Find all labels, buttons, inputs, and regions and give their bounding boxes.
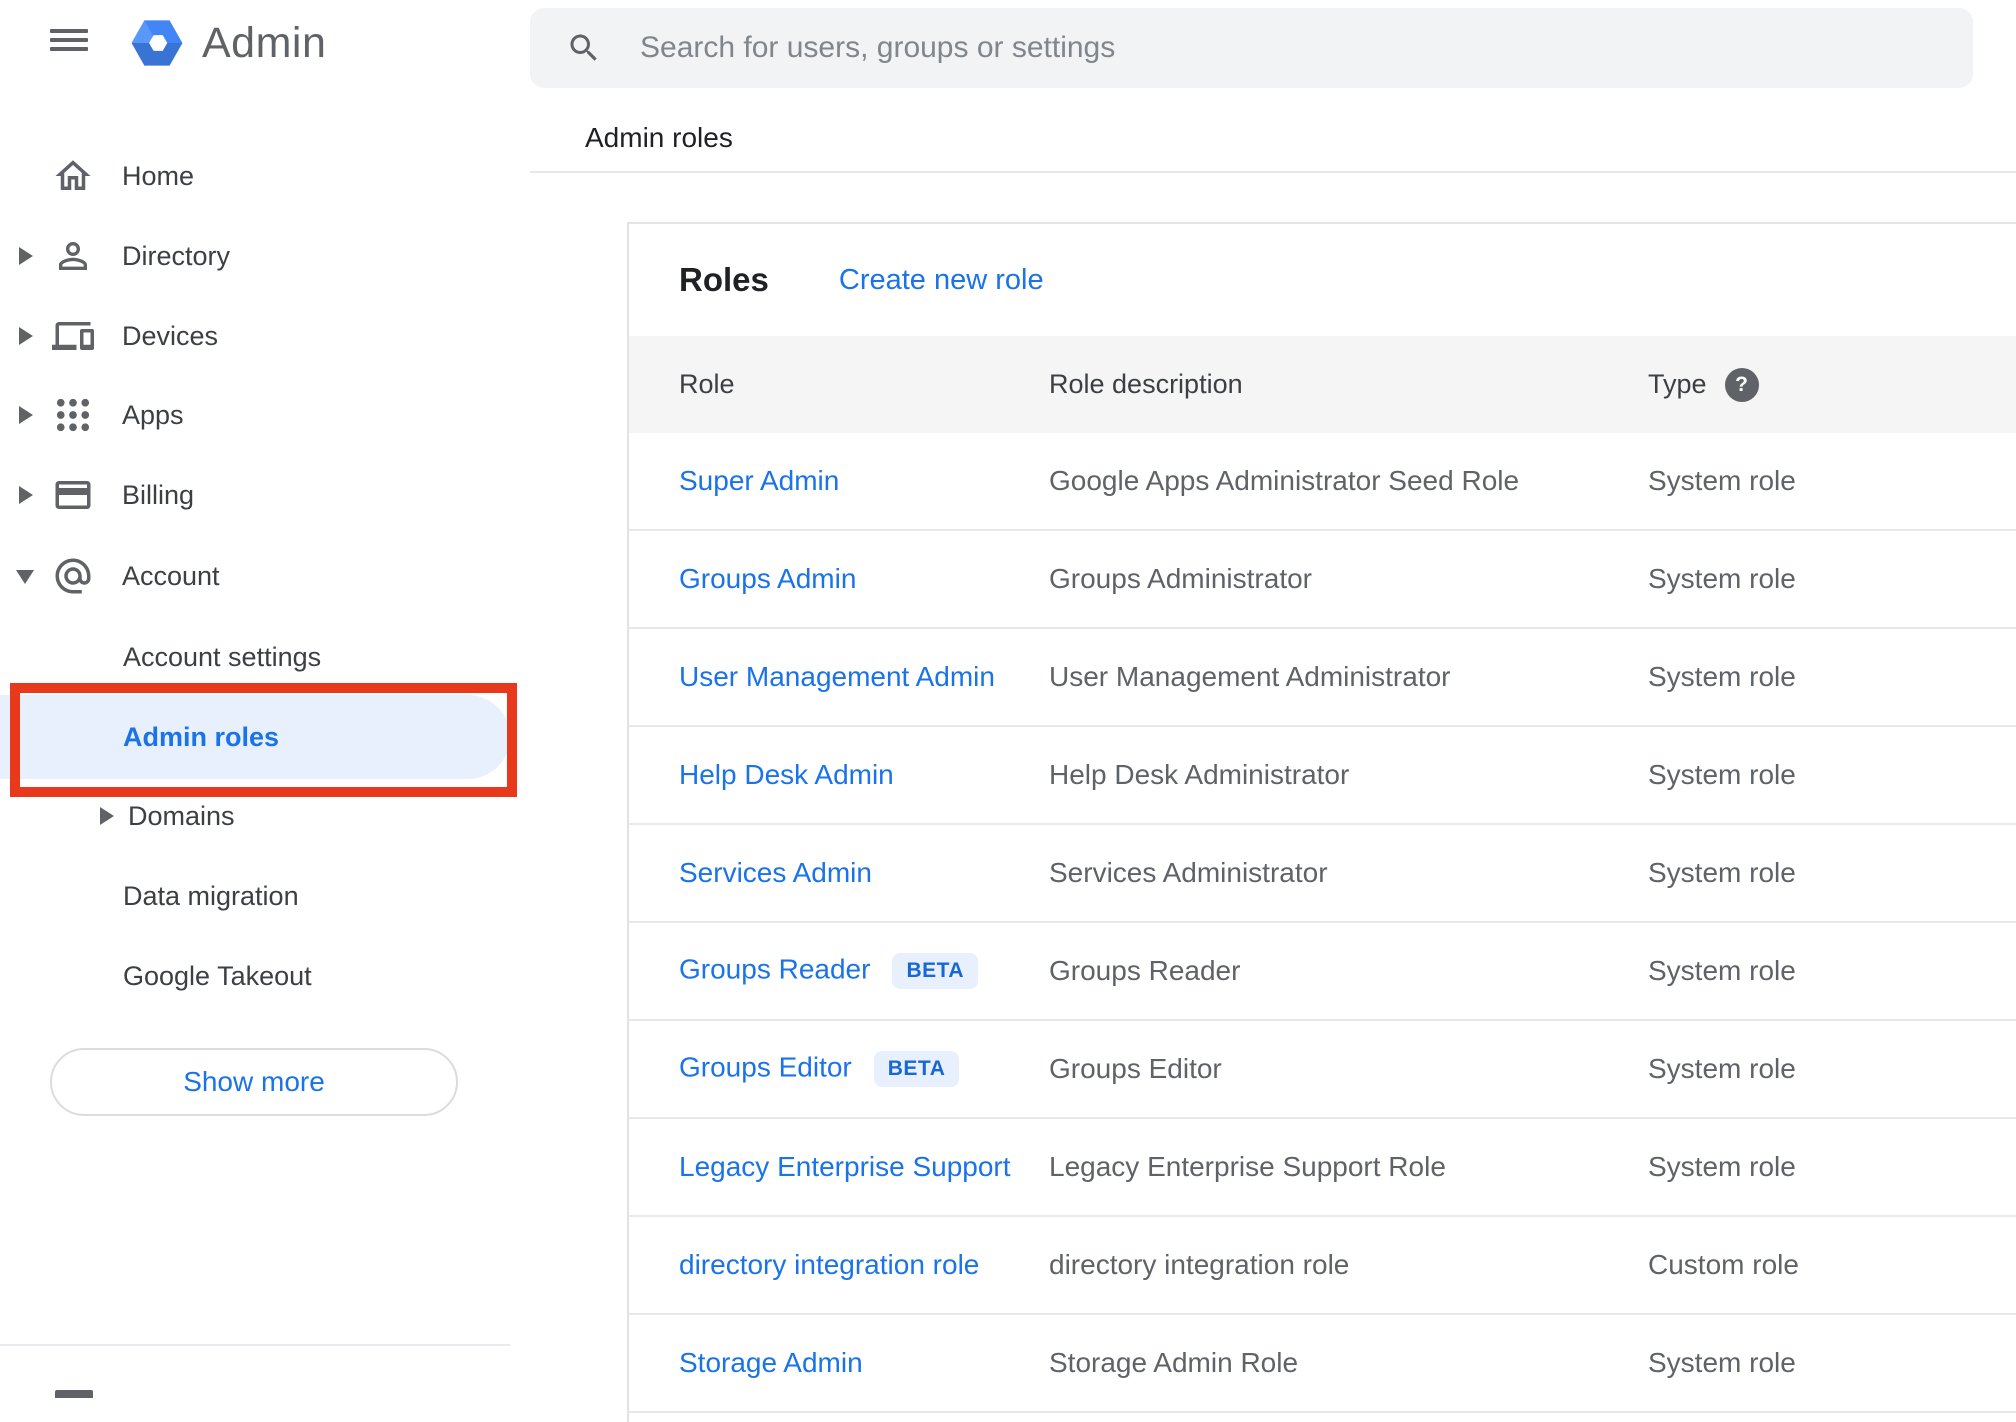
role-link[interactable]: Help Desk Admin xyxy=(679,759,894,790)
sidebar-divider xyxy=(0,1344,510,1346)
table-row: directory integration role directory int… xyxy=(629,1217,2016,1315)
card-title-row: Roles Create new role xyxy=(629,224,2016,336)
sidebar-item-label: Directory xyxy=(122,241,231,271)
person-icon xyxy=(52,235,94,277)
expand-caret-icon[interactable] xyxy=(19,247,33,265)
sidebar-item-admin-roles[interactable]: Admin roles xyxy=(0,695,510,779)
role-type: System role xyxy=(1648,563,1796,594)
role-type: System role xyxy=(1648,759,1796,790)
sidebar-item-label: Apps xyxy=(122,400,184,430)
sidebar-item-label: Google Takeout xyxy=(123,961,312,991)
sidebar-item-apps[interactable]: Apps xyxy=(0,375,500,455)
role-description: User Management Administrator xyxy=(1049,661,1451,692)
sidebar-item-data-migration[interactable]: Data migration xyxy=(0,856,500,936)
expand-caret-icon[interactable] xyxy=(19,327,33,345)
role-link[interactable]: Groups Admin xyxy=(679,563,856,594)
search-icon xyxy=(570,34,597,61)
role-description: Storage Admin Role xyxy=(1049,1347,1299,1378)
partial-icon xyxy=(55,1390,93,1398)
search-input[interactable] xyxy=(640,8,1940,88)
table-row: Storage Admin Storage Admin Role System … xyxy=(629,1315,2016,1413)
role-type: System role xyxy=(1648,857,1796,888)
search-bar xyxy=(530,8,1973,88)
sidebar-item-label: Home xyxy=(122,161,195,191)
role-link[interactable]: Super Admin xyxy=(679,465,839,496)
breadcrumb: Admin roles xyxy=(585,122,733,153)
role-type: System role xyxy=(1648,1151,1796,1182)
sidebar-item-directory[interactable]: Directory xyxy=(0,216,500,296)
sidebar-item-devices[interactable]: Devices xyxy=(0,296,500,376)
sidebar-item-label: Data migration xyxy=(123,881,299,911)
role-link[interactable]: User Management Admin xyxy=(679,661,995,692)
role-description: Services Administrator xyxy=(1049,857,1328,888)
role-description: Google Apps Administrator Seed Role xyxy=(1049,465,1520,496)
role-type: System role xyxy=(1648,465,1796,496)
column-header-type-label: Type xyxy=(1648,369,1707,399)
help-icon[interactable]: ? xyxy=(1724,367,1759,402)
beta-badge: BETA xyxy=(892,953,979,989)
role-type: System role xyxy=(1648,1347,1796,1378)
role-description: directory integration role xyxy=(1049,1249,1350,1280)
menu-icon[interactable] xyxy=(50,29,88,52)
table-row: Super Admin Google Apps Administrator Se… xyxy=(629,433,2016,531)
sidebar-item-label: Devices xyxy=(122,321,219,351)
page-title: Roles xyxy=(679,261,769,298)
admin-logo-icon xyxy=(131,20,183,66)
sidebar-item-label: Account xyxy=(122,561,220,591)
devices-icon xyxy=(52,315,94,357)
create-new-role-link[interactable]: Create new role xyxy=(839,264,1044,297)
role-type: Custom role xyxy=(1648,1249,1799,1280)
role-description: Groups Administrator xyxy=(1049,563,1312,594)
sidebar-item-domains[interactable]: Domains xyxy=(0,776,500,856)
credit-card-icon xyxy=(52,474,94,516)
header-divider xyxy=(530,171,2016,173)
table-row: Legacy Enterprise Support Legacy Enterpr… xyxy=(629,1119,2016,1217)
sidebar-item-label: Domains xyxy=(128,801,235,831)
at-sign-icon xyxy=(52,555,94,597)
table-row: Services Admin Services Administrator Sy… xyxy=(629,825,2016,923)
role-description: Legacy Enterprise Support Role xyxy=(1049,1151,1446,1182)
role-link[interactable]: directory integration role xyxy=(679,1249,979,1280)
role-type: System role xyxy=(1648,661,1796,692)
sidebar-item-google-takeout[interactable]: Google Takeout xyxy=(0,936,500,1016)
roles-card: Roles Create new role Role Role descript… xyxy=(627,222,2016,1422)
role-link[interactable]: Legacy Enterprise Support xyxy=(679,1151,1011,1182)
sidebar-item-billing[interactable]: Billing xyxy=(0,455,500,535)
role-link[interactable]: Storage Admin xyxy=(679,1347,863,1378)
table-row: Groups Editor BETA Groups Editor System r… xyxy=(629,1021,2016,1119)
role-type: System role xyxy=(1648,1053,1796,1084)
home-icon xyxy=(52,155,94,197)
expand-caret-icon[interactable] xyxy=(19,486,33,504)
role-type: System role xyxy=(1648,955,1796,986)
table-row: Help Desk Admin Help Desk Administrator … xyxy=(629,727,2016,825)
sidebar-item-account[interactable]: Account xyxy=(0,536,500,616)
apps-grid-icon xyxy=(52,394,94,436)
collapse-caret-icon[interactable] xyxy=(16,570,34,584)
expand-caret-icon[interactable] xyxy=(100,807,114,825)
table-row: User Management Admin User Management Ad… xyxy=(629,629,2016,727)
role-link[interactable]: Services Admin xyxy=(679,857,872,888)
column-header-role: Role xyxy=(679,369,735,399)
app-title: Admin xyxy=(202,19,327,67)
role-link[interactable]: Groups Editor xyxy=(679,1051,852,1082)
sidebar-item-label: Billing xyxy=(122,480,195,510)
role-description: Groups Editor xyxy=(1049,1053,1222,1084)
role-link[interactable]: Groups Reader xyxy=(679,953,870,984)
sidebar-item-label: Admin roles xyxy=(123,722,280,752)
role-description: Groups Reader xyxy=(1049,955,1241,986)
expand-caret-icon[interactable] xyxy=(19,406,33,424)
show-more-button[interactable]: Show more xyxy=(50,1048,458,1116)
sidebar-item-account-settings[interactable]: Account settings xyxy=(0,617,500,697)
column-header-type: Type ? xyxy=(1648,367,2016,402)
table-header: Role Role description Type ? xyxy=(629,336,2016,433)
column-header-description: Role description xyxy=(1049,369,1243,399)
table-row: Groups Admin Groups Administrator System… xyxy=(629,531,2016,629)
sidebar-item-home[interactable]: Home xyxy=(0,136,500,216)
beta-badge: BETA xyxy=(873,1051,960,1087)
table-row: Groups Reader BETA Groups Reader System r… xyxy=(629,923,2016,1021)
sidebar-item-label: Account settings xyxy=(123,642,322,672)
role-description: Help Desk Administrator xyxy=(1049,759,1350,790)
sidebar: Admin Home Directory Devices Apps Billin… xyxy=(0,0,530,1398)
